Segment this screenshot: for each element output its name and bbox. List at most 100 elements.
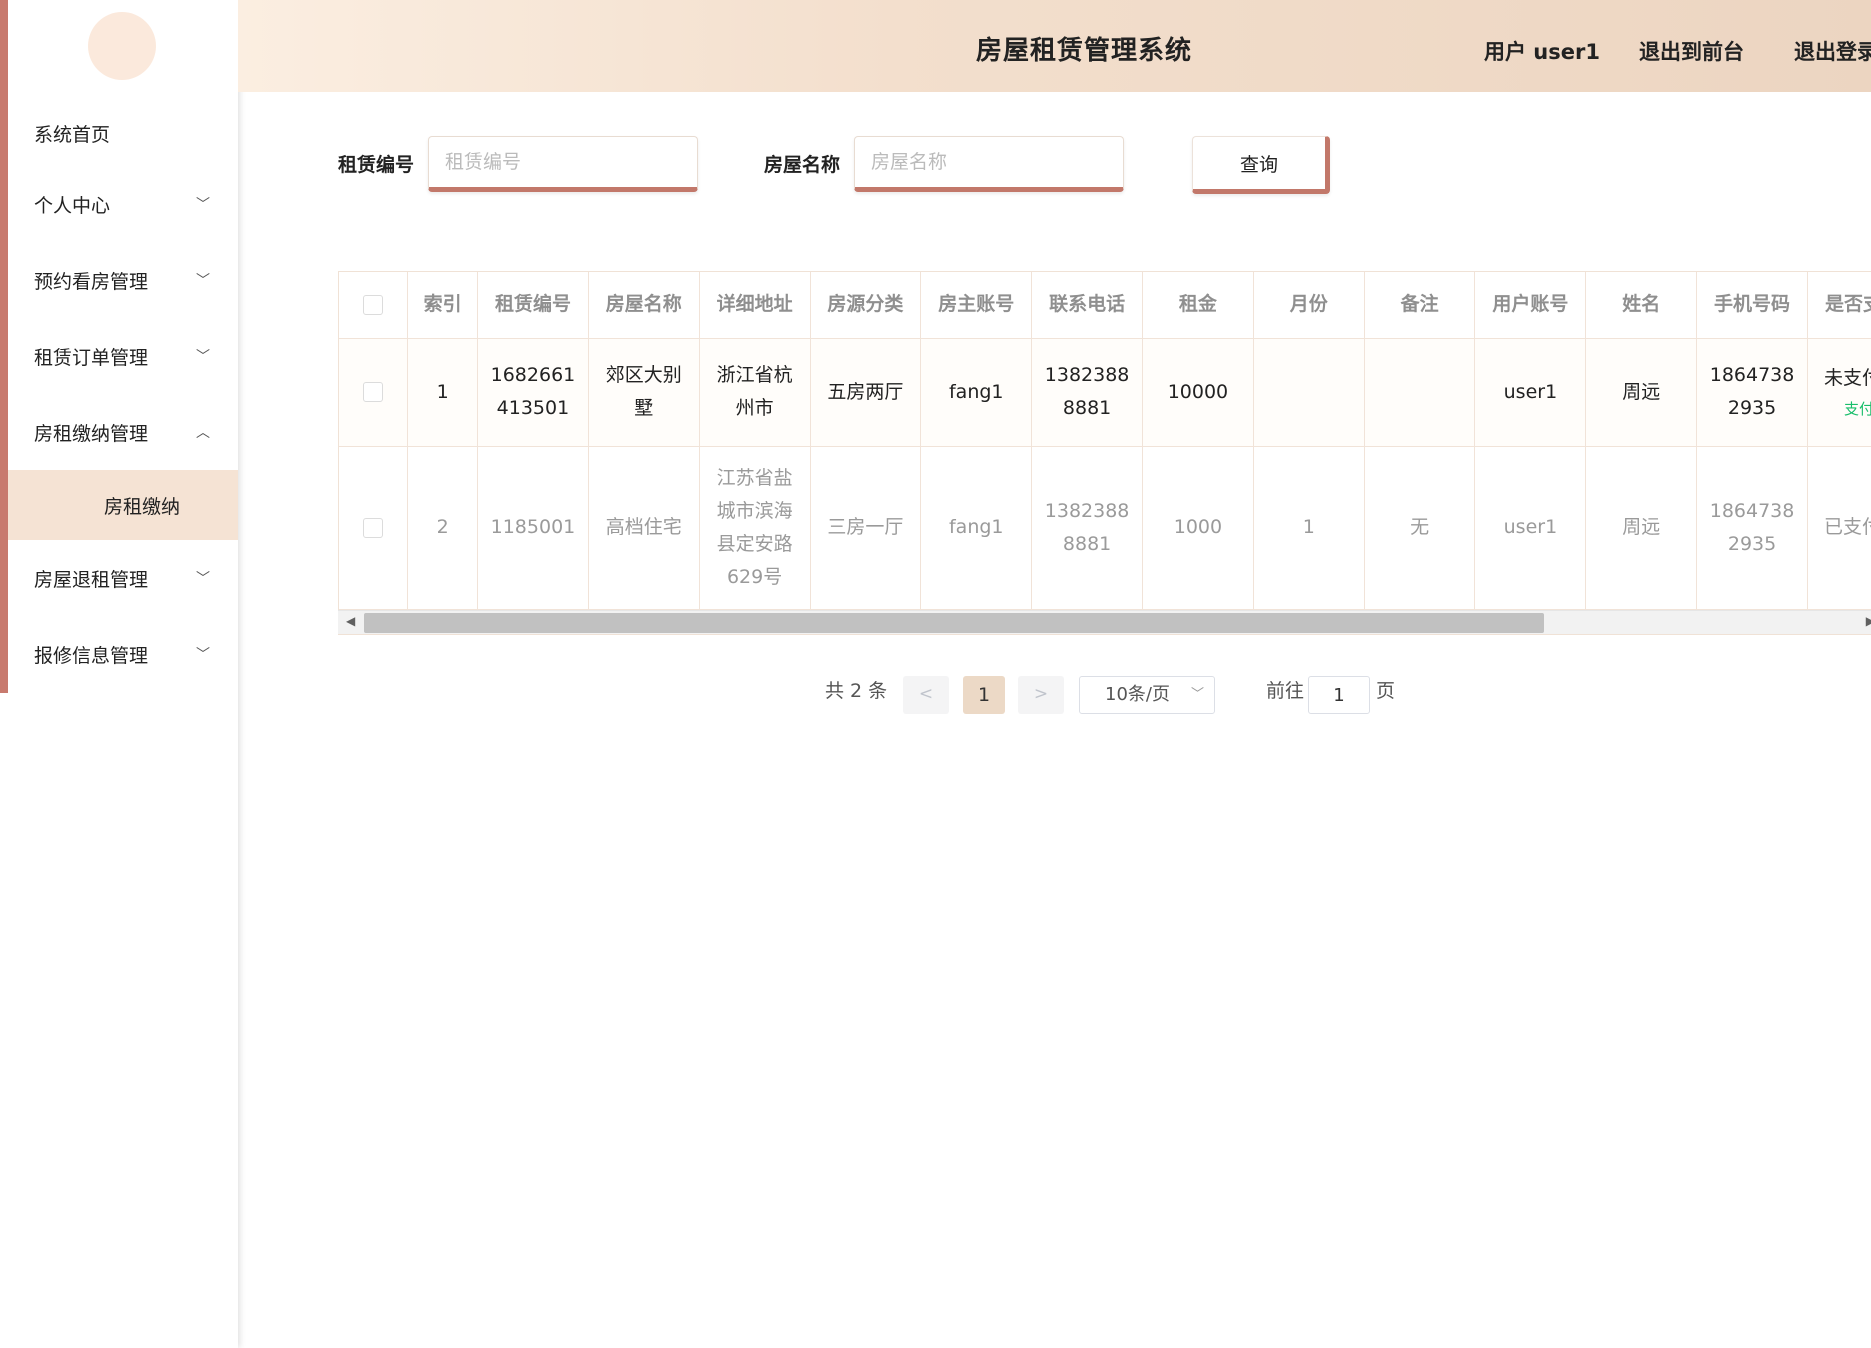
sidebar-item-label: 个人中心	[34, 194, 111, 217]
chevron-down-icon: ﹀	[196, 197, 210, 213]
sidebar-item-label: 房租缴纳管理	[34, 422, 149, 445]
sidebar-item-label: 房租缴纳	[104, 495, 181, 518]
scroll-left-icon[interactable]: ◀	[346, 614, 355, 628]
column-header[interactable]: 月份	[1253, 272, 1365, 339]
sidebar-accent-bar	[0, 0, 8, 693]
column-header[interactable]: 租金	[1142, 272, 1254, 339]
logout-link[interactable]: 退出登录	[1794, 36, 1871, 66]
cell-index: 1	[407, 338, 479, 447]
cell-rent: 10000	[1142, 338, 1254, 447]
sidebar-item-label: 房屋退租管理	[34, 568, 149, 591]
cell-month	[1253, 338, 1365, 447]
column-header[interactable]: 是否支付	[1807, 272, 1871, 339]
row-select-cell	[339, 338, 409, 447]
query-button[interactable]: 查询	[1192, 136, 1330, 194]
cell-house-name: 郊区大别墅	[588, 338, 700, 447]
column-header[interactable]: 用户账号	[1474, 272, 1587, 339]
cell-owner: fang1	[920, 446, 1033, 610]
cell-phone: 1382388 8881	[1031, 446, 1143, 610]
table-header-row: 索引 租赁编号 房屋名称 详细地址 房源分类 房主账号 联系电话 租金 月份 备…	[339, 272, 1871, 339]
row-checkbox[interactable]	[363, 382, 384, 402]
column-header[interactable]: 手机号码	[1696, 272, 1808, 339]
cell-name: 周远	[1585, 338, 1698, 447]
sidebar-item-label: 报修信息管理	[34, 644, 149, 667]
sidebar-item-lease-termination[interactable]: 房屋退租管理 ﹀	[8, 540, 238, 616]
cell-index: 2	[407, 446, 479, 610]
cell-owner: fang1	[920, 338, 1033, 447]
sidebar: 系统首页 个人中心 ﹀ 预约看房管理 ﹀ 租赁订单管理 ﹀ 房租缴纳管理 ︿ 房…	[0, 0, 238, 1348]
column-header[interactable]: 详细地址	[699, 272, 811, 339]
chevron-down-icon: ﹀	[196, 349, 210, 365]
cell-paid: 未支付 支付	[1807, 338, 1871, 447]
chevron-down-icon: ﹀	[196, 571, 210, 587]
sidebar-item-label: 预约看房管理	[34, 270, 149, 293]
cell-name: 周远	[1585, 446, 1698, 610]
chevron-down-icon: ﹀	[196, 647, 210, 663]
select-all-checkbox[interactable]	[363, 294, 384, 315]
goto-label: 前往	[1266, 680, 1305, 702]
pay-link[interactable]: 支付	[1824, 395, 1871, 423]
cell-month: 1	[1253, 446, 1365, 610]
sidebar-subitem-rent-payment[interactable]: 房租缴纳	[8, 470, 238, 540]
cell-note: 无	[1364, 446, 1476, 610]
chevron-down-icon: ﹀	[196, 273, 210, 289]
lease-no-input[interactable]	[428, 136, 698, 192]
sidebar-item-rent-payment-management[interactable]: 房租缴纳管理 ︿	[8, 394, 238, 470]
data-table: 索引 租赁编号 房屋名称 详细地址 房源分类 房主账号 联系电话 租金 月份 备…	[338, 271, 1871, 635]
sidebar-item-personal-center[interactable]: 个人中心 ﹀	[8, 166, 238, 242]
page-number-button[interactable]: 1	[963, 676, 1005, 714]
scroll-right-icon[interactable]: ▶	[1866, 614, 1871, 628]
user-menu[interactable]: 用户 user1	[1484, 36, 1600, 66]
cell-category: 三房一厅	[810, 446, 922, 610]
select-all-cell	[339, 272, 409, 339]
horizontal-scrollbar[interactable]: ◀ ▶	[338, 610, 1871, 634]
cell-user: user1	[1474, 338, 1587, 447]
top-header: 房屋租赁管理系统 用户 user1 退出到前台 退出登录	[238, 0, 1871, 92]
sidebar-item-viewing-appointments[interactable]: 预约看房管理 ﹀	[8, 242, 238, 318]
cell-note	[1364, 338, 1476, 447]
scrollbar-thumb[interactable]	[364, 613, 1544, 633]
paid-status: 未支付	[1823, 366, 1871, 389]
column-header[interactable]: 房源分类	[810, 272, 922, 339]
column-header[interactable]: 姓名	[1585, 272, 1698, 339]
avatar	[88, 12, 156, 80]
pagination-total: 共 2 条	[825, 680, 888, 702]
column-header[interactable]: 备注	[1364, 272, 1476, 339]
app-title: 房屋租赁管理系统	[976, 36, 1193, 66]
page-size-select[interactable]: 10条/页 ﹀	[1079, 676, 1215, 714]
cell-lease-no: 1682661 413501	[477, 338, 589, 447]
paid-status: 已支付	[1823, 516, 1871, 538]
sidebar-item-lease-orders[interactable]: 租赁订单管理 ﹀	[8, 318, 238, 394]
house-name-label: 房屋名称	[764, 154, 841, 176]
column-header[interactable]: 联系电话	[1031, 272, 1143, 339]
column-header[interactable]: 房屋名称	[588, 272, 700, 339]
lease-no-label: 租赁编号	[338, 154, 415, 176]
page-suffix-label: 页	[1376, 680, 1396, 702]
cell-house-name: 高档住宅	[588, 446, 700, 610]
page-size-value: 10条/页	[1105, 684, 1170, 705]
cell-paid: 已支付	[1807, 446, 1871, 610]
prev-page-button[interactable]: <	[903, 676, 949, 714]
sidebar-item-home[interactable]: 系统首页	[8, 100, 238, 166]
cell-rent: 1000	[1142, 446, 1254, 610]
sidebar-item-label: 系统首页	[34, 123, 111, 146]
table-row[interactable]: 2 1185001 高档住宅 江苏省盐 城市滨海 县定安路 629号 三房一厅 fan…	[339, 446, 1871, 610]
goto-page-input[interactable]	[1308, 676, 1370, 714]
column-header[interactable]: 租赁编号	[477, 272, 589, 339]
table-row[interactable]: 1 1682661 413501 郊区大别墅 浙江省杭 州市 五房两厅 fang1 …	[339, 338, 1871, 447]
column-header[interactable]: 房主账号	[920, 272, 1033, 339]
sidebar-item-label: 租赁订单管理	[34, 346, 149, 369]
sidebar-menu: 系统首页 个人中心 ﹀ 预约看房管理 ﹀ 租赁订单管理 ﹀ 房租缴纳管理 ︿ 房…	[8, 100, 238, 692]
cell-lease-no: 1185001	[477, 446, 589, 610]
cell-mobile: 1864738 2935	[1696, 338, 1808, 447]
sidebar-item-repair-info[interactable]: 报修信息管理 ﹀	[8, 616, 238, 692]
exit-to-frontend-link[interactable]: 退出到前台	[1639, 36, 1744, 66]
cell-category: 五房两厅	[810, 338, 922, 447]
column-header[interactable]: 索引	[407, 272, 479, 339]
row-select-cell	[339, 446, 409, 610]
cell-address: 江苏省盐 城市滨海 县定安路 629号	[699, 446, 811, 610]
row-checkbox[interactable]	[363, 517, 384, 538]
chevron-up-icon: ︿	[196, 425, 210, 441]
next-page-button[interactable]: >	[1018, 676, 1064, 714]
house-name-input[interactable]	[854, 136, 1124, 192]
